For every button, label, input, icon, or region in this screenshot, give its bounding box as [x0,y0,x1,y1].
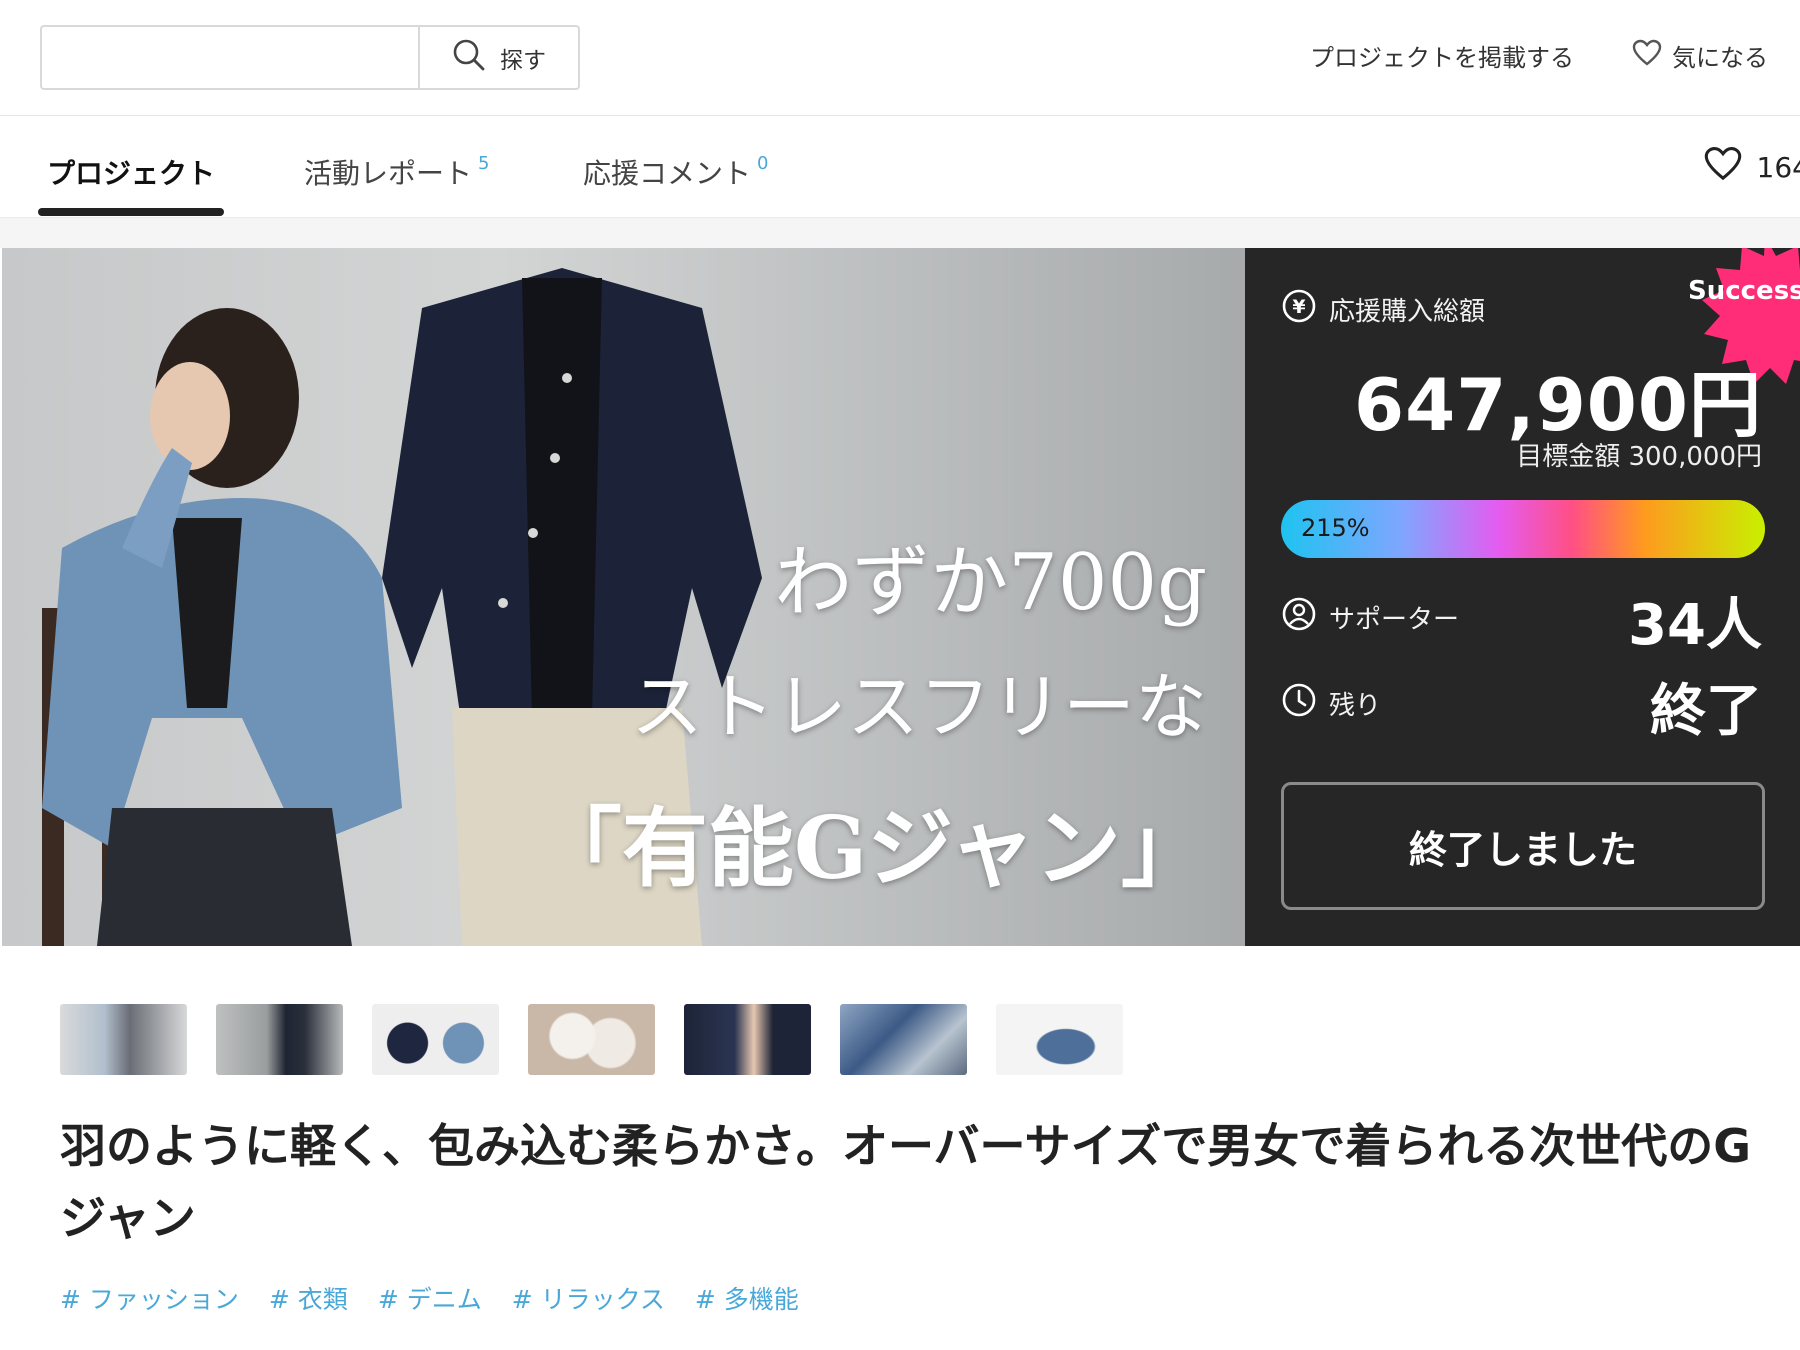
like-button[interactable]: 164 [1703,146,1800,189]
yen-icon: ¥ [1281,288,1317,331]
tab-project[interactable]: プロジェクト [47,152,215,192]
tab-activity-report-count: 5 [478,153,490,174]
search-icon [452,38,486,78]
user-icon [1281,596,1317,639]
search-input[interactable] [42,27,420,88]
post-project-label: プロジェクトを掲載する [1310,44,1574,72]
supporters-label: サポーター [1281,596,1459,639]
search-box: 探す [40,25,580,90]
tag-link[interactable]: # リラックス [512,1280,665,1316]
hero-copy-line2: ストレスフリーな [630,665,1207,749]
hero-copy-line1: わずか700g [774,538,1207,628]
thumbnail[interactable] [60,1004,187,1075]
project-tabs: プロジェクト 活動レポート5 応援コメント0 164 [0,116,1800,218]
favorites-link[interactable]: 気になる [1632,38,1768,73]
svg-text:¥: ¥ [1292,296,1305,318]
clock-icon [1281,682,1317,725]
supporters-value: 34人 [1628,593,1762,658]
section-divider [0,218,1800,248]
thumbnail[interactable] [684,1004,811,1075]
favorites-label: 気になる [1672,44,1768,72]
hero-image: わずか700g ストレスフリーな 「有能Gジャン」 [2,248,1245,946]
thumbnail[interactable] [840,1004,967,1075]
remaining-value: 終了 [1650,679,1762,744]
tab-activity-report-label: 活動レポート [304,157,473,190]
remaining-label-text: 残り [1329,691,1382,721]
thumbnail[interactable] [216,1004,343,1075]
project-title: 羽のように軽く、包み込む柔らかさ。オーバーサイズで男女で着られる次世代のGジャン [60,1119,1751,1245]
ended-button[interactable]: 終了しました [1281,782,1765,910]
tag-list: # ファッション # 衣類 # デニム # リラックス # 多機能 [60,1280,799,1316]
tag-link[interactable]: # ファッション [60,1280,239,1316]
search-button-label: 探す [500,47,546,74]
tab-support-comments[interactable]: 応援コメント 0 [583,152,768,192]
total-amount-label: ¥ 応援購入総額 [1281,288,1485,331]
search-button[interactable]: 探す [420,27,578,88]
tag-link[interactable]: # 多機能 [695,1280,799,1316]
image-thumbnails [60,1004,1123,1075]
funding-stats-panel: Success ¥ 応援購入総額 647,900円 目標金額 300,000円 … [1245,248,1800,946]
success-badge-label: Success [1688,276,1800,306]
tab-support-comments-count: 0 [757,153,769,174]
tab-activity-report[interactable]: 活動レポート 5 [304,152,489,192]
goal-amount: 目標金額 300,000円 [1516,442,1762,472]
active-tab-indicator [38,208,224,216]
thumbnail[interactable] [372,1004,499,1075]
tab-support-comments-label: 応援コメント [583,157,752,190]
heart-icon [1632,39,1662,73]
thumbnail[interactable] [996,1004,1123,1075]
tag-link[interactable]: # 衣類 [269,1280,348,1316]
tab-project-label: プロジェクト [47,157,216,190]
post-project-link[interactable]: プロジェクトを掲載する [1310,38,1574,73]
total-amount-label-text: 応援購入総額 [1329,297,1486,327]
like-count: 164 [1756,151,1800,184]
progress-bar: 215% [1281,500,1765,558]
top-header: 探す プロジェクトを掲載する 気になる [0,0,1800,116]
remaining-label: 残り [1281,682,1381,725]
progress-percent: 215% [1301,514,1370,542]
supporters-label-text: サポーター [1329,605,1460,635]
heart-icon [1703,146,1743,189]
tag-link[interactable]: # デニム [378,1280,482,1316]
hero-copy-line3: 「有能Gジャン」 [535,798,1207,899]
ended-button-label: 終了しました [1408,827,1637,872]
thumbnail[interactable] [528,1004,655,1075]
